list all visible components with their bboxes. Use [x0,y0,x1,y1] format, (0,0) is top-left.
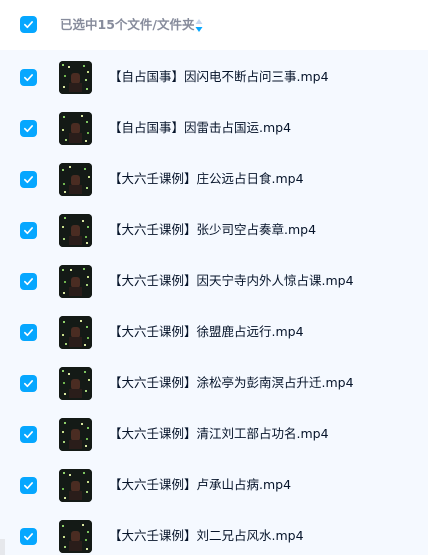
file-name[interactable]: 【大六壬课例】徐盟鹿占远行.mp4 [109,323,304,341]
video-thumbnail-icon [59,469,92,502]
selection-count-label: 已选中15个文件/文件夹 [60,17,195,32]
file-checkbox[interactable] [20,426,37,443]
video-thumbnail-icon [59,163,92,196]
file-checkbox[interactable] [20,477,37,494]
video-thumbnail-icon [59,367,92,400]
video-thumbnail-icon [59,520,92,553]
video-thumbnail-icon [59,61,92,94]
video-thumbnail-icon [59,265,92,298]
file-name[interactable]: 【大六壬课例】庄公远占日食.mp4 [109,170,304,188]
file-checkbox[interactable] [20,273,37,290]
checkmark-icon [24,227,33,235]
video-thumbnail-icon [59,112,92,145]
sort-arrows-icon[interactable] [194,18,204,33]
file-row[interactable]: 【大六壬课例】张少司空占奏章.mp4 [0,205,428,256]
select-all-checkbox[interactable] [20,16,37,33]
scroll-edge-indicator [0,539,5,555]
video-thumbnail-icon [59,316,92,349]
video-thumbnail-icon [59,418,92,451]
file-name[interactable]: 【大六壬课例】因天宁寺内外人惊占课.mp4 [109,272,354,290]
file-row[interactable]: 【自占国事】因闪电不断占问三事.mp4 [0,52,428,103]
file-name[interactable]: 【大六壬课例】张少司空占奏章.mp4 [109,221,316,239]
selection-header: 已选中15个文件/文件夹 [0,0,428,50]
file-row[interactable]: 【大六壬课例】庄公远占日食.mp4 [0,154,428,205]
checkmark-icon [24,21,33,29]
file-row[interactable]: 【大六壬课例】涂松亭为彭南溟占升迁.mp4 [0,358,428,409]
checkmark-icon [24,533,33,541]
file-checkbox[interactable] [20,171,37,188]
checkmark-icon [24,176,33,184]
file-row[interactable]: 【大六壬课例】清江刘工部占功名.mp4 [0,409,428,460]
file-row[interactable]: 【自占国事】因雷击占国运.mp4 [0,103,428,154]
checkmark-icon [24,74,33,82]
file-row[interactable]: 【大六壬课例】徐盟鹿占远行.mp4 [0,307,428,358]
video-thumbnail-icon [59,214,92,247]
checkmark-icon [24,431,33,439]
checkmark-icon [24,125,33,133]
file-name[interactable]: 【大六壬课例】刘二兄占风水.mp4 [109,527,304,545]
file-checkbox[interactable] [20,324,37,341]
checkmark-icon [24,329,33,337]
file-row[interactable]: 【大六壬课例】卢承山占病.mp4 [0,460,428,511]
file-checkbox[interactable] [20,222,37,239]
file-checkbox[interactable] [20,120,37,137]
file-row[interactable]: 【大六壬课例】因天宁寺内外人惊占课.mp4 [0,256,428,307]
file-name[interactable]: 【大六壬课例】清江刘工部占功名.mp4 [109,425,329,443]
file-name[interactable]: 【大六壬课例】涂松亭为彭南溟占升迁.mp4 [109,374,354,392]
file-row[interactable]: 【大六壬课例】刘二兄占风水.mp4 [0,511,428,555]
checkmark-icon [24,380,33,388]
file-checkbox[interactable] [20,69,37,86]
file-checkbox[interactable] [20,528,37,545]
file-selection-page: 已选中15个文件/文件夹 【自占国事】因闪电不断占问三事.mp4 【自占国事】因… [0,0,428,555]
file-list: 【自占国事】因闪电不断占问三事.mp4 【自占国事】因雷击占国运.mp4 【大六… [0,50,428,555]
file-checkbox[interactable] [20,375,37,392]
checkmark-icon [24,482,33,490]
file-name[interactable]: 【自占国事】因雷击占国运.mp4 [109,119,291,137]
file-name[interactable]: 【大六壬课例】卢承山占病.mp4 [109,476,291,494]
file-name[interactable]: 【自占国事】因闪电不断占问三事.mp4 [109,68,329,86]
checkmark-icon [24,278,33,286]
